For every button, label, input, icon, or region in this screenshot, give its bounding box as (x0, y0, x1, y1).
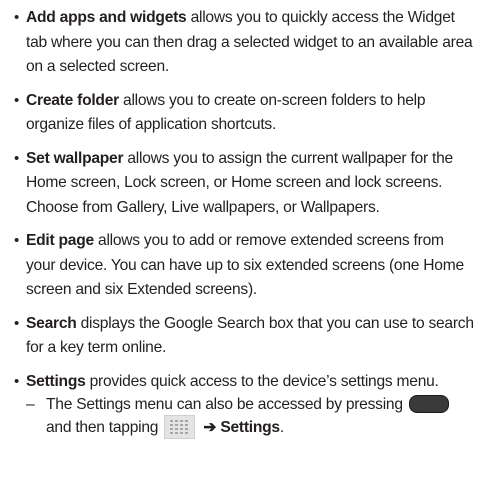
sub-note-text: and then tapping (46, 419, 159, 437)
bullet: • (14, 9, 20, 26)
item-term: Settings (26, 372, 86, 390)
item-term: Edit page (26, 232, 94, 249)
bullet: • (14, 372, 20, 390)
item-term: Create folder (26, 91, 119, 109)
arrow-icon: ➔ (203, 419, 217, 437)
settings-label: Settings (220, 419, 280, 437)
home-key-icon (408, 394, 449, 413)
list-item: • Settings provides quick access to the … (14, 370, 474, 441)
list-item: • Edit page allows you to add or remove … (14, 229, 474, 303)
bullet: • (14, 314, 20, 332)
item-description: displays the Google Search box that you … (26, 314, 474, 357)
item-term: Search (26, 314, 77, 332)
manual-page: • Add apps and widgets allows you to qui… (0, 0, 486, 484)
list-item: • Search displays the Google Search box … (14, 312, 474, 361)
sub-note: – The Settings menu can also be accessed… (26, 394, 474, 440)
sub-note-text: The Settings menu can also be accessed b… (46, 396, 403, 413)
bullet: • (14, 232, 20, 249)
item-term: Set wallpaper (26, 149, 124, 167)
bullet: • (14, 149, 20, 167)
list-item: • Add apps and widgets allows you to qui… (14, 6, 474, 80)
dash: – (26, 396, 35, 413)
item-term: Add apps and widgets (26, 9, 187, 26)
item-description: provides quick access to the device’s se… (85, 372, 439, 390)
list-item: • Set wallpaper allows you to assign the… (14, 147, 474, 221)
bullet: • (14, 91, 20, 109)
period: . (279, 419, 284, 437)
list-item: • Create folder allows you to create on-… (14, 89, 474, 138)
apps-grid-icon (164, 415, 196, 439)
